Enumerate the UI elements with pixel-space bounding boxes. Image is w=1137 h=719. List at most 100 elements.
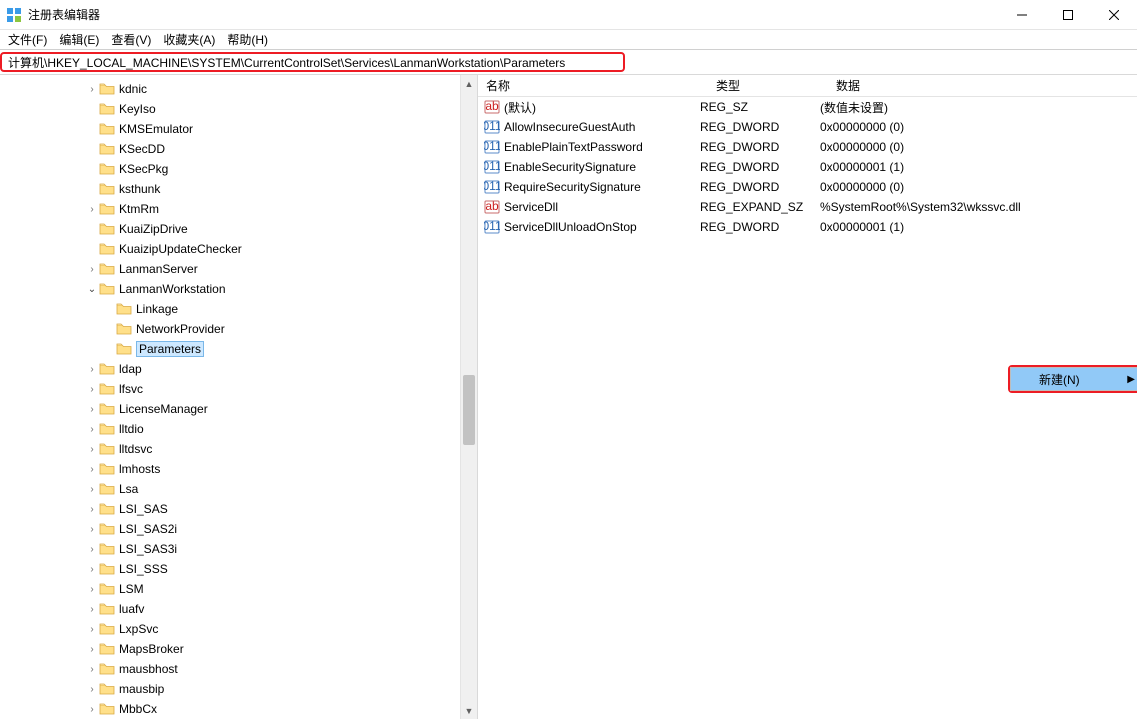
tree-node[interactable]: ›mausbhost: [0, 659, 477, 679]
tree-node-label: LSM: [119, 582, 144, 596]
folder-icon: [99, 622, 115, 636]
value-name: AllowInsecureGuestAuth: [504, 120, 635, 134]
address-bar-container: 计算机\HKEY_LOCAL_MACHINE\SYSTEM\CurrentCon…: [0, 50, 1137, 74]
chevron-right-icon[interactable]: ›: [85, 604, 99, 615]
tree-node[interactable]: ›LSI_SAS2i: [0, 519, 477, 539]
chevron-right-icon[interactable]: ›: [85, 484, 99, 495]
tree-node[interactable]: ⌄LanmanWorkstation: [0, 279, 477, 299]
chevron-right-icon[interactable]: ›: [85, 684, 99, 695]
tree-node[interactable]: ›MapsBroker: [0, 639, 477, 659]
tree-node-label: lltdio: [119, 422, 144, 436]
list-header: 名称 类型 数据: [478, 75, 1137, 97]
tree-node-label: LSI_SAS3i: [119, 542, 177, 556]
tree-node[interactable]: KuaiZipDrive: [0, 219, 477, 239]
tree-node[interactable]: › Lsa: [0, 479, 477, 499]
chevron-right-icon[interactable]: ›: [85, 704, 99, 715]
tree-node-label: LSI_SAS: [119, 502, 168, 516]
chevron-right-icon[interactable]: ›: [85, 84, 99, 95]
chevron-right-icon[interactable]: ›: [85, 204, 99, 215]
scroll-up-icon[interactable]: ▲: [461, 75, 477, 92]
address-bar[interactable]: 计算机\HKEY_LOCAL_MACHINE\SYSTEM\CurrentCon…: [0, 52, 625, 72]
tree-node[interactable]: ksthunk: [0, 179, 477, 199]
header-name[interactable]: 名称: [478, 77, 708, 94]
tree-node[interactable]: ›kdnic: [0, 79, 477, 99]
header-data[interactable]: 数据: [828, 77, 1137, 94]
menu-edit[interactable]: 编辑(E): [59, 31, 99, 48]
tree-scrollbar[interactable]: ▲ ▼: [460, 75, 477, 719]
chevron-right-icon[interactable]: ›: [85, 664, 99, 675]
tree-node[interactable]: ›lfsvc: [0, 379, 477, 399]
chevron-right-icon[interactable]: ›: [85, 364, 99, 375]
tree-node[interactable]: ›LxpSvc: [0, 619, 477, 639]
tree-node-label: KMSEmulator: [119, 122, 193, 136]
chevron-right-icon[interactable]: ›: [85, 264, 99, 275]
menu-view[interactable]: 查看(V): [111, 31, 151, 48]
maximize-button[interactable]: [1045, 0, 1091, 30]
tree-node[interactable]: Parameters: [0, 339, 477, 359]
tree-node-label: Lsa: [119, 482, 138, 496]
close-button[interactable]: [1091, 0, 1137, 30]
menu-file[interactable]: 文件(F): [8, 31, 47, 48]
chevron-right-icon[interactable]: ›: [85, 464, 99, 475]
value-name: (默认): [504, 99, 536, 116]
tree-node[interactable]: KuaizipUpdateChecker: [0, 239, 477, 259]
chevron-right-icon[interactable]: ›: [85, 544, 99, 555]
registry-tree[interactable]: ›kdnic KeyIso KMSEmulator KSecDDKSecPkgksth…: [0, 75, 477, 719]
submenu-arrow-icon: ▶: [1127, 374, 1135, 385]
value-name: EnablePlainTextPassword: [504, 140, 643, 154]
tree-node[interactable]: ›lltdsvc: [0, 439, 477, 459]
scroll-down-icon[interactable]: ▼: [461, 702, 477, 719]
value-row[interactable]: 011EnablePlainTextPasswordREG_DWORD0x000…: [478, 137, 1137, 157]
folder-icon: [99, 202, 115, 216]
header-type[interactable]: 类型: [708, 77, 828, 94]
tree-node[interactable]: ›KtmRm: [0, 199, 477, 219]
value-row[interactable]: abServiceDllREG_EXPAND_SZ%SystemRoot%\Sy…: [478, 197, 1137, 217]
chevron-right-icon[interactable]: ›: [85, 384, 99, 395]
tree-node[interactable]: › LSI_SAS3i: [0, 539, 477, 559]
tree-node[interactable]: ›lmhosts: [0, 459, 477, 479]
chevron-right-icon[interactable]: ›: [85, 624, 99, 635]
tree-node[interactable]: KeyIso: [0, 99, 477, 119]
tree-node[interactable]: NetworkProvider: [0, 319, 477, 339]
chevron-right-icon[interactable]: ›: [85, 444, 99, 455]
tree-node[interactable]: ›ldap: [0, 359, 477, 379]
tree-node[interactable]: ›mausbip: [0, 679, 477, 699]
value-row[interactable]: ab(默认)REG_SZ(数值未设置): [478, 97, 1137, 117]
chevron-right-icon[interactable]: ›: [85, 504, 99, 515]
chevron-right-icon[interactable]: ›: [85, 644, 99, 655]
menu-help[interactable]: 帮助(H): [227, 31, 268, 48]
tree-node[interactable]: › lltdio: [0, 419, 477, 439]
value-row[interactable]: 011RequireSecuritySignatureREG_DWORD0x00…: [478, 177, 1137, 197]
menu-favorites[interactable]: 收藏夹(A): [163, 31, 215, 48]
tree-node-label: LanmanServer: [119, 262, 198, 276]
tree-node[interactable]: Linkage: [0, 299, 477, 319]
folder-icon: [99, 682, 115, 696]
value-row[interactable]: 011AllowInsecureGuestAuthREG_DWORD0x0000…: [478, 117, 1137, 137]
chevron-right-icon[interactable]: ›: [85, 584, 99, 595]
tree-node-label: KuaiZipDrive: [119, 222, 188, 236]
tree-node[interactable]: › LSI_SAS: [0, 499, 477, 519]
tree-node-label: KeyIso: [119, 102, 156, 116]
chevron-right-icon[interactable]: ›: [85, 564, 99, 575]
scroll-thumb[interactable]: [463, 375, 475, 445]
chevron-right-icon[interactable]: ›: [85, 424, 99, 435]
value-row[interactable]: 011EnableSecuritySignatureREG_DWORD0x000…: [478, 157, 1137, 177]
folder-icon: [99, 462, 115, 476]
minimize-button[interactable]: [999, 0, 1045, 30]
tree-node[interactable]: ›LSI_SSS: [0, 559, 477, 579]
chevron-down-icon[interactable]: ⌄: [85, 284, 99, 295]
tree-node[interactable]: › LSM: [0, 579, 477, 599]
chevron-right-icon[interactable]: ›: [85, 524, 99, 535]
ctx-new[interactable]: 新建(N) ▶: [1011, 368, 1137, 390]
chevron-right-icon[interactable]: ›: [85, 404, 99, 415]
tree-node[interactable]: KSecDD: [0, 139, 477, 159]
tree-node[interactable]: KSecPkg: [0, 159, 477, 179]
string-value-icon: ab: [484, 99, 500, 115]
tree-node[interactable]: › LanmanServer: [0, 259, 477, 279]
value-row[interactable]: 011ServiceDllUnloadOnStopREG_DWORD0x0000…: [478, 217, 1137, 237]
tree-node[interactable]: ›MbbCx: [0, 699, 477, 719]
tree-node[interactable]: ›LicenseManager: [0, 399, 477, 419]
tree-node[interactable]: KMSEmulator: [0, 119, 477, 139]
tree-node[interactable]: ›luafv: [0, 599, 477, 619]
value-list[interactable]: ab(默认)REG_SZ(数值未设置)011AllowInsecureGuest…: [478, 97, 1137, 237]
